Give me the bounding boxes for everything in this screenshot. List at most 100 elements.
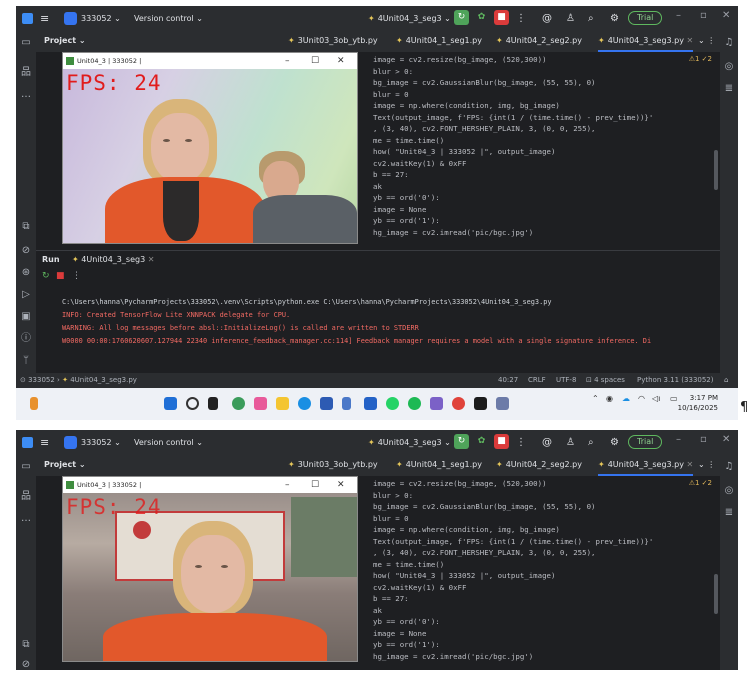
code-line[interactable]: hg_image = cv2.imread('pic/bgc.jpg') [373,227,718,238]
services-icon[interactable]: ⊘ [19,658,33,670]
code-line[interactable]: blur = 0 [373,513,718,524]
close-tab-icon[interactable]: ✕ [687,460,694,469]
close-tab-icon[interactable]: ✕ [148,255,155,264]
version-control-menu[interactable]: Version control ⌄ [134,6,203,30]
tab-3unit03[interactable]: ✦ 3Unit03_3ob_ytb.py [288,454,378,476]
code-line[interactable]: image = cv2.resize(bg_image, (520,300)) [373,54,718,65]
code-line[interactable]: hg_image = cv2.imread('pic/bgc.jpg') [373,651,718,662]
project-selector[interactable]: 333052 ⌄ [64,6,121,30]
python-packages-icon[interactable]: ⧉ [19,220,33,234]
tab-4unit04-3[interactable]: ✦ 4Unit04_3_seg3.py ✕ [598,30,694,52]
python-packages-icon[interactable]: ⧉ [19,638,33,652]
lock-icon[interactable]: ⌂ [724,373,728,388]
chrome-icon[interactable] [232,397,245,410]
app-icon[interactable] [254,397,267,410]
minimize-icon[interactable]: – [285,53,290,69]
settings-gear-icon[interactable]: ⚙ [610,430,619,454]
code-line[interactable]: bg_image = cv2.GaussianBlur(bg_image, (5… [373,501,718,512]
search-icon[interactable] [186,397,199,410]
code-line[interactable]: image = None [373,628,718,639]
breadcrumb[interactable]: ⊙ 333052 › ✦ 4Unit04_3_seg3.py [20,373,137,388]
app-logo-icon[interactable] [22,6,33,30]
ai-chat-icon[interactable]: ◎ [722,60,736,74]
close-icon[interactable]: ✕ [337,53,345,69]
tab-4unit04-2[interactable]: ✦ 4Unit04_2_seg2.py [496,30,582,52]
store-icon[interactable] [320,397,333,410]
close-icon[interactable]: ✕ [722,10,730,21]
rerun-icon[interactable]: ↻ [454,434,469,449]
outlook-icon[interactable] [364,397,377,410]
trial-badge[interactable]: Trial [628,11,663,25]
code-line[interactable]: , (3, 40), cv2.FONT_HERSHEY_PLAIN, 3, (0… [373,547,718,558]
trial-badge[interactable]: Trial [628,435,663,449]
maximize-icon[interactable]: ▫ [700,434,707,445]
code-with-me-icon[interactable]: ♙ [566,6,575,30]
project-folder-icon[interactable]: ▭ [19,36,33,50]
project-panel-header[interactable]: Project ⌄ [36,30,276,52]
code-line[interactable]: blur > 0: [373,66,718,77]
more-tools-icon[interactable]: … [19,88,33,102]
app-icon[interactable] [430,397,443,410]
code-line[interactable]: cv2.waitKey(1) & 0xFF [373,582,718,593]
tray-chevron-icon[interactable]: ⌃ [592,394,599,403]
code-line[interactable]: blur = 0 [373,89,718,100]
opencv-window[interactable]: Unit04_3 | 333052 | – ☐ ✕ FPS: 24 [62,476,358,662]
tab-4unit04-1[interactable]: ✦ 4Unit04_1_seg1.py [396,454,482,476]
tab-3unit03[interactable]: ✦ 3Unit03_3ob_ytb.py [288,30,378,52]
caret-position[interactable]: 40:27 [498,373,518,388]
code-line[interactable]: image = None [373,204,718,215]
file-encoding[interactable]: UTF-8 [556,373,576,388]
code-line[interactable]: cv2.waitKey(1) & 0xFF [373,158,718,169]
debug-icon[interactable]: ✿ [474,434,489,449]
battery-icon[interactable]: ▭ [670,394,678,403]
database-icon[interactable]: ≣ [722,506,736,520]
app-icon[interactable] [452,397,465,410]
cv-window-titlebar[interactable]: Unit04_3 | 333052 | – ☐ ✕ [63,53,357,69]
spotify-icon[interactable] [408,397,421,410]
project-selector[interactable]: 333052 ⌄ [64,430,121,454]
indent-setting[interactable]: ⊡ 4 spaces [586,373,625,388]
cv-window-titlebar[interactable]: Unit04_3 | 333052 | – ☐ ✕ [63,477,357,493]
code-line[interactable]: yb == ord('1'): [373,215,718,226]
run-config-selector[interactable]: ✦ 4Unit04_3_seg3 ⌄ [368,6,451,30]
maximize-icon[interactable]: ☐ [311,53,319,69]
ai-assistant-icon[interactable]: @ [542,6,552,30]
more-options-icon[interactable]: ⋮ [72,271,81,281]
search-icon[interactable]: ⌕ [588,6,594,30]
code-line[interactable]: blur > 0: [373,490,718,501]
tab-list-chevron-icon[interactable]: ⌄ ⋮ [698,454,715,476]
minimize-icon[interactable]: – [285,477,290,493]
line-separator[interactable]: CRLF [528,373,546,388]
tab-4unit04-3[interactable]: ✦ 4Unit04_3_seg3.py ✕ [598,454,694,476]
search-icon[interactable]: ⌕ [588,430,594,454]
code-line[interactable]: b == 27: [373,593,718,604]
edge-icon[interactable] [298,397,311,410]
code-line[interactable]: image = cv2.resize(bg_image, (520,300)) [373,478,718,489]
console-output[interactable]: C:\Users\hanna\PycharmProjects\333052\.v… [62,296,718,348]
app-icon[interactable] [342,397,351,410]
notifications-icon[interactable]: ♫ [722,36,736,50]
settings-gear-icon[interactable]: ⚙ [610,6,619,30]
run-config-selector[interactable]: ✦ 4Unit04_3_seg3 ⌄ [368,430,451,454]
whatsapp-icon[interactable] [386,397,399,410]
tray-app-icon[interactable]: ◉ [606,394,613,403]
minimize-icon[interactable]: – [676,434,681,445]
run-config-tab[interactable]: ✦ 4Unit04_3_seg3 ✕ [72,251,154,269]
code-line[interactable]: Text(output_image, f'FPS: {int(1 / (time… [373,112,718,123]
code-line[interactable]: bg_image = cv2.GaussianBlur(bg_image, (5… [373,77,718,88]
volume-icon[interactable]: ◁ı [652,394,660,403]
ai-assistant-icon[interactable]: @ [542,430,552,454]
main-menu-icon[interactable]: ≡ [40,430,49,454]
debug-icon[interactable]: ✿ [474,10,489,25]
rerun-icon[interactable]: ↻ [42,271,50,281]
close-icon[interactable]: ✕ [337,477,345,493]
tab-list-chevron-icon[interactable]: ⌄ ⋮ [698,30,715,52]
python-console-icon[interactable]: ⊛ [19,266,33,280]
structure-icon[interactable]: 品 [19,490,33,504]
start-icon[interactable] [164,397,177,410]
ai-chat-icon[interactable]: ◎ [722,484,736,498]
app-icon[interactable] [496,397,509,410]
close-tab-icon[interactable]: ✕ [687,36,694,45]
file-explorer-icon[interactable] [276,397,289,410]
database-icon[interactable]: ≣ [722,82,736,96]
